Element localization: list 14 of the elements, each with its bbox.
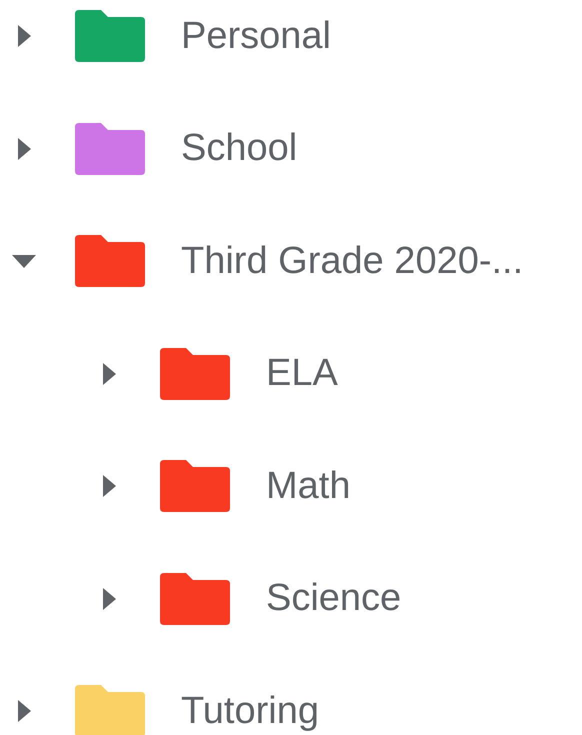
folder-name[interactable]: Math bbox=[266, 458, 350, 514]
folder-name[interactable]: Third Grade 2020-... bbox=[181, 232, 524, 290]
folder-name[interactable]: Personal bbox=[181, 8, 331, 64]
folder-name[interactable]: Tutoring bbox=[181, 682, 319, 735]
expand-arrow-icon[interactable] bbox=[18, 138, 30, 160]
folder-name[interactable]: School bbox=[181, 120, 298, 177]
expand-arrow-icon[interactable] bbox=[102, 362, 116, 384]
expand-arrow-icon[interactable] bbox=[18, 25, 30, 47]
expand-arrow-icon[interactable] bbox=[102, 588, 116, 610]
expand-arrow-icon[interactable] bbox=[18, 700, 30, 722]
expand-arrow-icon[interactable] bbox=[102, 475, 116, 497]
folder-name[interactable]: Science bbox=[266, 570, 402, 627]
folder-name[interactable]: ELA bbox=[266, 345, 338, 402]
collapse-arrow-icon[interactable] bbox=[12, 254, 36, 268]
